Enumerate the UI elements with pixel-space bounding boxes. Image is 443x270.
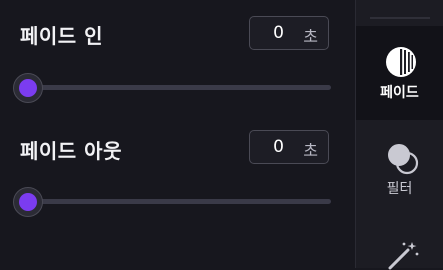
fade-out-title: 페이드 아웃 <box>20 139 122 163</box>
sidebar-label-fade: 페이드 <box>380 85 419 101</box>
sidebar-item-effects[interactable] <box>356 226 443 270</box>
fade-out-slider-track[interactable] <box>28 199 331 204</box>
sidebar-item-filter[interactable]: 필터 <box>356 130 443 214</box>
fade-in-value: 0 <box>273 23 284 43</box>
filter-icon <box>388 144 419 175</box>
fade-in-seconds-input[interactable]: 0 초 <box>249 16 329 50</box>
fade-settings-panel: 페이드 인 0 초 페이드 아웃 0 초 <box>0 0 354 268</box>
sidebar-item-fade[interactable]: 페이드 <box>356 26 443 120</box>
fade-in-unit: 초 <box>303 27 318 46</box>
fade-in-slider-dot <box>19 79 37 97</box>
fade-out-unit: 초 <box>303 141 318 160</box>
fade-in-slider-track[interactable] <box>28 85 331 90</box>
fade-icon <box>386 47 416 77</box>
fade-out-seconds-input[interactable]: 0 초 <box>249 130 329 164</box>
sidebar-divider <box>370 17 430 19</box>
fade-out-slider-thumb[interactable] <box>13 187 43 217</box>
fade-out-value: 0 <box>273 137 284 157</box>
fade-in-slider-thumb[interactable] <box>13 73 43 103</box>
fade-out-slider-dot <box>19 193 37 211</box>
sidebar-label-filter: 필터 <box>386 181 413 197</box>
fade-in-title: 페이드 인 <box>20 24 104 48</box>
magic-wand-icon <box>388 242 419 270</box>
